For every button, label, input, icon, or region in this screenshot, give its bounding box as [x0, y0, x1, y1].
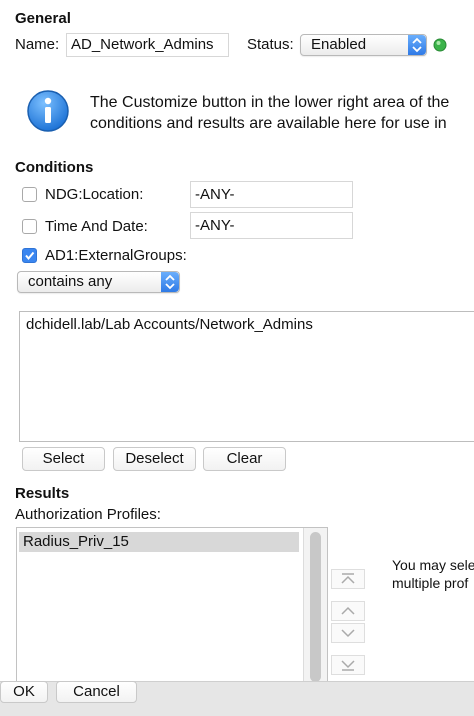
profiles-hint: You may sele multiple prof — [392, 556, 474, 592]
cancel-button[interactable]: Cancel — [56, 681, 137, 703]
move-top-button[interactable] — [331, 569, 365, 589]
move-down-icon — [341, 629, 355, 638]
info-line-1: The Customize button in the lower right … — [90, 94, 450, 111]
list-item[interactable]: dchidell.lab/Lab Accounts/Network_Admins — [20, 312, 474, 337]
ndg-location-input[interactable]: -ANY- — [190, 181, 353, 208]
status-label: Status: — [247, 36, 294, 53]
operator-select[interactable]: contains any — [17, 271, 180, 293]
time-and-date-input[interactable]: -ANY- — [190, 212, 353, 239]
status-indicator-icon — [433, 38, 447, 52]
move-down-button[interactable] — [331, 623, 365, 643]
move-up-button[interactable] — [331, 601, 365, 621]
select-button[interactable]: Select — [22, 447, 105, 471]
info-text: The Customize button in the lower right … — [90, 92, 474, 134]
time-and-date-checkbox[interactable] — [22, 219, 37, 234]
checkmark-icon — [25, 251, 35, 261]
general-section-title: General — [15, 10, 71, 27]
ad1-external-groups-checkbox[interactable] — [22, 248, 37, 263]
external-groups-listbox[interactable]: dchidell.lab/Lab Accounts/Network_Admins — [19, 311, 474, 442]
name-input[interactable]: AD_Network_Admins — [66, 33, 229, 57]
info-icon — [26, 89, 70, 133]
scrollbar-thumb[interactable] — [310, 532, 321, 682]
status-select[interactable]: Enabled — [300, 34, 427, 56]
status-stepper-icon — [408, 35, 426, 55]
clear-button[interactable]: Clear — [203, 447, 286, 471]
authorization-profiles-listbox[interactable]: Radius_Priv_15 — [16, 527, 328, 687]
time-and-date-label: Time And Date: — [45, 218, 148, 235]
info-line-2: conditions and results are available her… — [90, 115, 447, 132]
move-top-icon — [341, 573, 355, 584]
deselect-button[interactable]: Deselect — [113, 447, 196, 471]
ndg-location-checkbox[interactable] — [22, 187, 37, 202]
list-item[interactable]: Radius_Priv_15 — [19, 532, 299, 552]
name-label: Name: — [15, 36, 60, 53]
profiles-hint-line-1: You may sele — [392, 557, 474, 573]
operator-select-value: contains any — [28, 273, 113, 290]
conditions-section-title: Conditions — [15, 159, 94, 176]
profiles-scrollbar[interactable] — [303, 528, 327, 686]
ndg-location-label: NDG:Location: — [45, 186, 144, 203]
authorization-profiles-label: Authorization Profiles: — [15, 506, 161, 523]
ok-button[interactable]: OK — [0, 681, 48, 703]
move-up-icon — [341, 606, 355, 615]
results-section-title: Results — [15, 485, 70, 502]
profiles-hint-line-2: multiple prof — [392, 575, 469, 591]
status-select-value: Enabled — [311, 36, 367, 53]
ad1-external-groups-label: AD1:ExternalGroups: — [45, 247, 187, 264]
move-bottom-icon — [341, 660, 355, 671]
operator-stepper-icon — [161, 272, 179, 292]
move-bottom-button[interactable] — [331, 655, 365, 675]
